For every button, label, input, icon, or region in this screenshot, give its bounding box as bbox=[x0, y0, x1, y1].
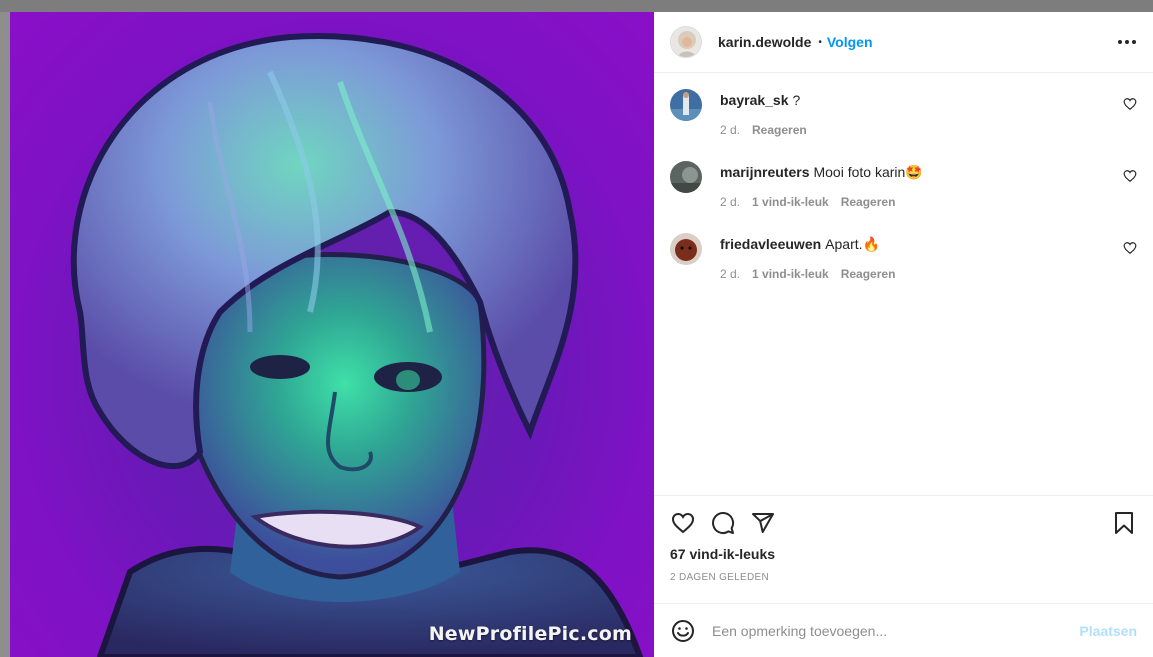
comment-bubble-icon[interactable] bbox=[710, 510, 736, 536]
heart-icon[interactable] bbox=[670, 510, 696, 536]
comment-text: ? bbox=[792, 92, 801, 108]
background-top-nav bbox=[0, 0, 1153, 12]
portrait-illustration bbox=[70, 33, 644, 657]
heart-icon[interactable] bbox=[1123, 169, 1137, 183]
post-header: karin.dewolde • Volgen bbox=[654, 12, 1153, 73]
reply-button[interactable]: Reageren bbox=[841, 267, 896, 281]
post-actions-section: 67 vind-ik-leuks 2 DAGEN GELEDEN bbox=[654, 495, 1153, 603]
comment-like-count[interactable]: 1 vind-ik-leuk bbox=[752, 267, 829, 281]
commenter-username[interactable]: bayrak_sk bbox=[720, 92, 789, 108]
reply-button[interactable]: Reageren bbox=[841, 195, 896, 209]
commenter-avatar[interactable] bbox=[670, 233, 702, 265]
follow-button[interactable]: Volgen bbox=[827, 34, 873, 50]
comment-time[interactable]: 2 d. bbox=[720, 123, 740, 137]
smiley-icon[interactable] bbox=[670, 618, 696, 644]
post-modal: NewProfilePic.com karin.dewolde • Volgen bbox=[10, 12, 1153, 657]
author-avatar[interactable] bbox=[670, 26, 702, 58]
comment-input[interactable] bbox=[712, 622, 1080, 639]
commenter-username[interactable]: marijnreuters bbox=[720, 164, 809, 180]
action-bar bbox=[670, 496, 1137, 548]
post-timestamp[interactable]: 2 DAGEN GELEDEN bbox=[670, 572, 1137, 583]
commenter-avatar[interactable] bbox=[670, 161, 702, 193]
comments-list[interactable]: bayrak_sk? 2 d. Reageren marijnreuters M… bbox=[654, 73, 1153, 495]
bookmark-icon[interactable] bbox=[1111, 510, 1137, 536]
post-side-panel: karin.dewolde • Volgen bayrak_sk ? 2 d. … bbox=[654, 12, 1153, 657]
post-comment-button[interactable]: Plaatsen bbox=[1079, 623, 1137, 639]
post-image[interactable]: NewProfilePic.com bbox=[10, 12, 654, 657]
header-separator: • bbox=[818, 36, 822, 48]
more-options-icon[interactable] bbox=[1117, 32, 1137, 52]
comment-item: friedavleeuwen Apart.🔥 2 d. 1 vind-ik-leu… bbox=[670, 233, 1137, 281]
modal-backdrop[interactable] bbox=[0, 12, 10, 657]
image-watermark: NewProfilePic.com bbox=[428, 623, 632, 645]
paper-plane-icon[interactable] bbox=[750, 510, 776, 536]
comment-time[interactable]: 2 d. bbox=[720, 195, 740, 209]
comment-composer: Plaatsen bbox=[654, 603, 1153, 657]
likes-count[interactable]: 67 vind-ik-leuks bbox=[670, 546, 1137, 562]
comment-text: Mooi foto karin🤩 bbox=[813, 164, 923, 180]
comment-text: Apart.🔥 bbox=[825, 236, 880, 252]
heart-icon[interactable] bbox=[1123, 97, 1137, 111]
commenter-username[interactable]: friedavleeuwen bbox=[720, 236, 821, 252]
heart-icon[interactable] bbox=[1123, 241, 1137, 255]
comment-item: marijnreuters Mooi foto karin🤩 2 d. 1 vin… bbox=[670, 161, 1137, 209]
author-username[interactable]: karin.dewolde bbox=[718, 34, 811, 50]
comment-like-count[interactable]: 1 vind-ik-leuk bbox=[752, 195, 829, 209]
comment-item: bayrak_sk? 2 d. Reageren bbox=[670, 89, 1137, 137]
commenter-avatar[interactable] bbox=[670, 89, 702, 121]
reply-button[interactable]: Reageren bbox=[752, 123, 807, 137]
comment-time[interactable]: 2 d. bbox=[720, 267, 740, 281]
